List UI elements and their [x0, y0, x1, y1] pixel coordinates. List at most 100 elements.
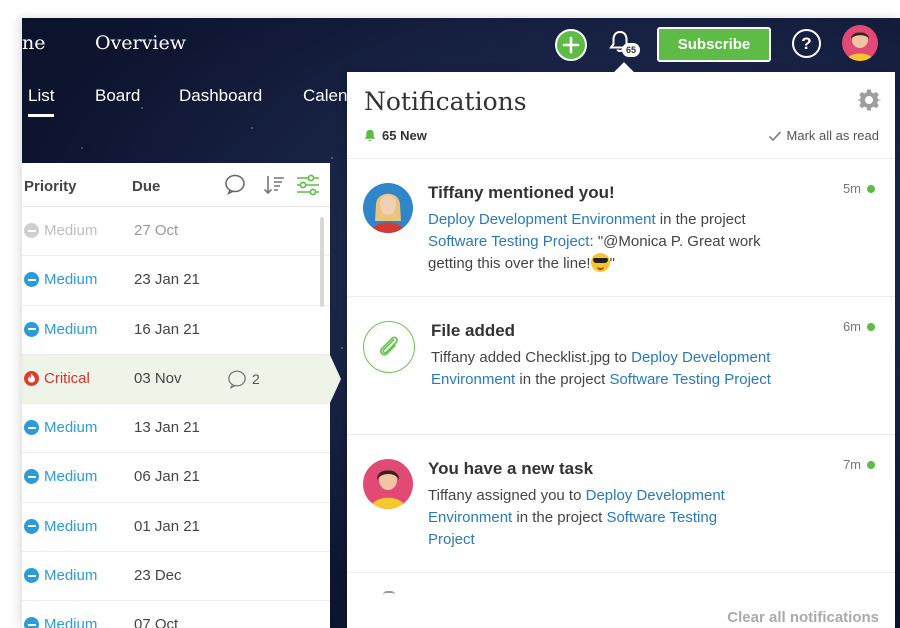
breadcrumb-home[interactable]: ne [22, 32, 45, 54]
priority-label: Medium [44, 320, 98, 338]
critical-fire-icon [24, 370, 39, 386]
notification-count-badge: 65 [622, 43, 640, 57]
notification-item[interactable]: File added Tiffany added Checklist.jpg t… [347, 297, 895, 435]
mark-all-read-button[interactable]: Mark all as read [768, 128, 879, 143]
new-count-label: 65 New [382, 128, 427, 143]
view-tabs: List Board Dashboard Calen [22, 80, 362, 120]
notification-time: 7m [843, 457, 875, 472]
body-text: " [609, 255, 615, 272]
priority-cell: Medium [24, 567, 97, 584]
unread-dot-icon [867, 184, 875, 193]
due-date: 23 Dec [134, 567, 182, 585]
due-column-header[interactable]: Due [132, 178, 160, 195]
medium-priority-icon [24, 272, 39, 288]
notification-heading: File added [431, 321, 516, 340]
table-row[interactable]: Medium 13 Jan 21 [22, 404, 330, 454]
gear-icon[interactable] [857, 88, 881, 112]
priority-cell: Medium [24, 616, 97, 628]
medium-priority-icon [24, 420, 39, 436]
table-row[interactable]: Medium 07 Oct [22, 601, 330, 628]
tab-board[interactable]: Board [95, 86, 140, 106]
user-avatar-image [842, 25, 878, 61]
filter-settings-icon[interactable] [295, 173, 321, 197]
time-label: 7m [842, 457, 861, 472]
task-list-panel: Priority Due Medium 27 Oct Medium 23 Jan… [22, 163, 341, 628]
subscribe-button[interactable]: Subscribe [657, 27, 771, 62]
table-row-selected[interactable]: Critical 03 Nov 2 [22, 354, 341, 405]
task-link[interactable]: Deploy Development Environment [428, 211, 656, 228]
sort-icon[interactable] [262, 173, 286, 197]
priority-cell: Medium [24, 321, 97, 338]
table-row[interactable]: Medium 23 Jan 21 [22, 256, 330, 306]
priority-label: Medium [44, 616, 98, 628]
bell-small-icon [364, 129, 376, 141]
tab-calendar[interactable]: Calen [303, 86, 347, 106]
top-bar: ne Overview 65 Subscribe ? [22, 18, 900, 70]
notification-heading: You have a new task [428, 459, 594, 478]
due-date: 13 Jan 21 [134, 419, 200, 437]
priority-label: Medium [44, 419, 98, 437]
clear-all-button[interactable]: Clear all notifications [727, 609, 879, 626]
notifications-panel: Notifications 65 New Mark all as read Ti… [347, 62, 895, 628]
medium-priority-icon [24, 223, 39, 238]
notification-item[interactable]: You have a new task Tiffany assigned you… [347, 435, 895, 573]
due-date: 23 Jan 21 [134, 271, 200, 289]
app-window: ne Overview 65 Subscribe ? List Board Da… [22, 18, 900, 628]
table-row[interactable]: Medium 27 Oct [22, 207, 330, 257]
paperclip-icon [379, 336, 398, 356]
notification-body: Deploy Development Environment in the pr… [428, 209, 808, 275]
comment-count[interactable]: 2 [227, 369, 260, 389]
notification-heading: Tiffany mentioned you! [428, 183, 615, 202]
checkmark-icon [768, 130, 781, 141]
priority-label: Medium [44, 222, 98, 239]
project-link[interactable]: Software Testing Project [428, 233, 589, 250]
due-date: 06 Jan 21 [134, 468, 200, 486]
due-date: 16 Jan 21 [134, 320, 200, 338]
partial-notification-icon [383, 591, 395, 595]
notifications-title: Notifications [364, 87, 527, 116]
time-label: 6m [842, 319, 861, 334]
unread-dot-icon [867, 460, 875, 469]
tab-list[interactable]: List [28, 86, 55, 117]
body-text: Tiffany assigned you to [428, 487, 586, 504]
notification-item[interactable]: Tiffany mentioned you! Deploy Developmen… [347, 159, 895, 297]
priority-column-header[interactable]: Priority [24, 178, 77, 195]
breadcrumb-overview[interactable]: Overview [95, 32, 186, 54]
table-row[interactable]: Medium 06 Jan 21 [22, 453, 330, 503]
due-date: 27 Oct [134, 222, 179, 239]
priority-label: Medium [44, 468, 98, 486]
due-date: 01 Jan 21 [134, 517, 200, 535]
unread-dot-icon [867, 322, 875, 331]
table-row[interactable]: Medium 01 Jan 21 [22, 503, 330, 553]
avatar [363, 459, 413, 509]
time-label: 5m [842, 181, 861, 196]
body-text: in the project [512, 509, 607, 526]
medium-priority-icon [24, 568, 39, 584]
priority-label: Medium [44, 567, 98, 585]
priority-cell: Medium [24, 518, 97, 535]
plus-icon [562, 36, 580, 54]
priority-cell: Medium [24, 419, 97, 436]
help-button[interactable]: ? [792, 29, 821, 58]
table-row[interactable]: Medium 16 Jan 21 [22, 306, 330, 355]
comment-icon [228, 370, 246, 389]
comment-column-icon[interactable] [224, 173, 246, 195]
project-link[interactable]: Software Testing Project [609, 371, 770, 388]
user-avatar[interactable] [842, 25, 878, 61]
due-date: 03 Nov [134, 369, 182, 387]
notifications-bell-button[interactable]: 65 [608, 29, 640, 63]
body-text: in the project [655, 211, 746, 228]
body-text: in the project [515, 371, 610, 388]
add-button[interactable] [555, 29, 587, 61]
notification-time: 5m [843, 181, 875, 196]
file-attachment-badge [363, 321, 415, 373]
table-row[interactable]: Medium 23 Dec [22, 552, 330, 602]
comment-count-value: 2 [252, 370, 260, 387]
new-count: 65 New [364, 128, 427, 143]
body-text: Tiffany added Checklist.jpg to [431, 349, 632, 366]
notification-time: 6m [843, 319, 875, 334]
scrollbar[interactable] [320, 217, 324, 307]
tab-dashboard[interactable]: Dashboard [179, 86, 262, 106]
medium-priority-icon [24, 617, 39, 628]
medium-priority-icon [24, 321, 39, 337]
